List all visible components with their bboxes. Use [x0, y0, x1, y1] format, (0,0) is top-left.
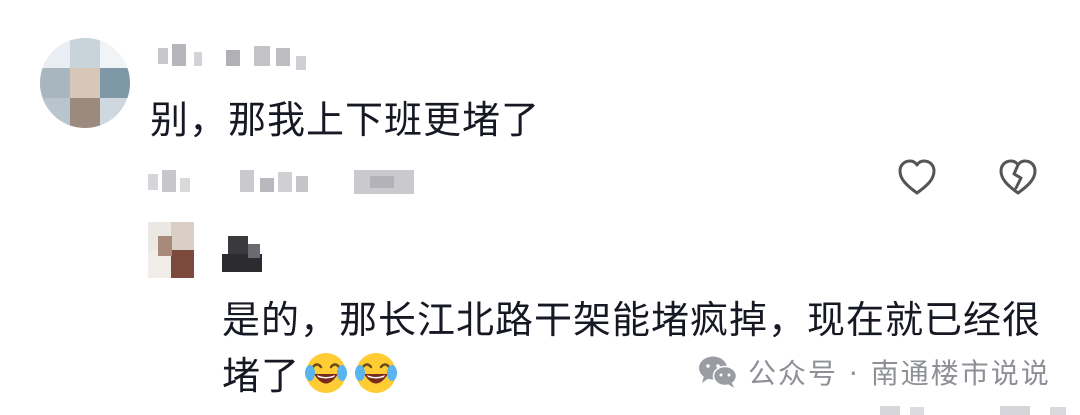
heart-outline-icon [898, 159, 936, 195]
broken-heart-icon [999, 159, 1037, 195]
next-comment-meta-blurred [860, 404, 1080, 415]
replier-avatar[interactable] [148, 222, 194, 278]
comment-text: 别，那我上下班更堵了 [150, 98, 541, 142]
dislike-button[interactable] [997, 157, 1039, 199]
comment-meta-blurred[interactable] [148, 166, 418, 196]
replier-name-blurred[interactable] [222, 236, 268, 276]
face-with-tears-of-joy-icon [305, 353, 348, 393]
commenter-avatar[interactable] [40, 38, 130, 128]
commenter-name-blurred[interactable] [158, 42, 308, 70]
like-button[interactable] [896, 157, 938, 199]
face-with-tears-of-joy-icon [355, 353, 398, 393]
watermark-text: 公众号 · 南通楼市说说 [748, 357, 1051, 390]
watermark: 公众号 · 南通楼市说说 [698, 350, 1051, 394]
wechat-icon [699, 356, 738, 388]
